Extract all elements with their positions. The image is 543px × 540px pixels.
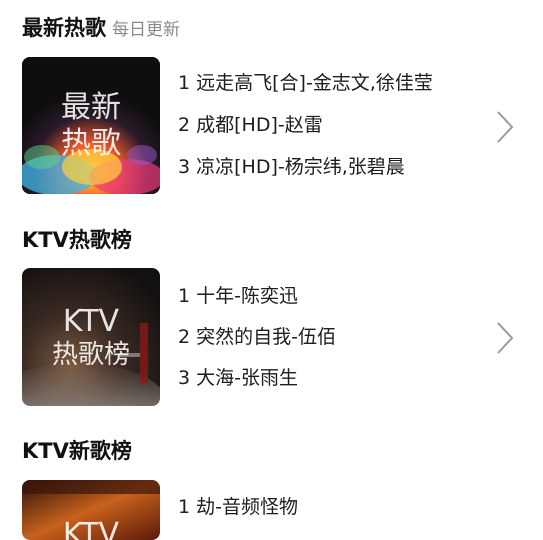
cover-title-line2: 热歌 (61, 126, 121, 161)
chevron-right-icon[interactable] (494, 109, 516, 145)
section-title-text: KTV热歌榜 (22, 228, 132, 252)
section-title-text: KTV新歌榜 (22, 439, 132, 463)
section-title: KTV新歌榜 (22, 437, 132, 465)
cover-title-line2: 热歌榜 (51, 340, 130, 370)
song-item[interactable]: 1 远走高飞[合]-金志文,徐佳莹 (178, 70, 433, 96)
playlist-cover-ktv-new[interactable]: KTV (22, 480, 160, 540)
chevron-right-icon[interactable] (494, 320, 516, 356)
song-item[interactable]: 2 成都[HD]-赵雷 (178, 112, 323, 138)
song-item[interactable]: 1 劫-音频怪物 (178, 494, 298, 520)
song-item[interactable]: 3 大海-张雨生 (178, 365, 298, 391)
cover-title-line1: 最新 (61, 90, 121, 125)
playlist-cover-ktv-hot[interactable]: KTV 热歌榜 (22, 268, 160, 406)
song-item[interactable]: 2 突然的自我-伍佰 (178, 324, 336, 350)
cover-title-line1: KTV (62, 517, 120, 540)
section-title-text: 最新热歌 (22, 16, 106, 40)
song-item[interactable]: 1 十年-陈奕迅 (178, 283, 298, 309)
song-item[interactable]: 3 凉凉[HD]-杨宗纬,张碧晨 (178, 154, 405, 180)
cover-title-line1: KTV (62, 304, 120, 339)
section-subtitle: 每日更新 (112, 20, 180, 40)
section-title: KTV热歌榜 (22, 226, 132, 254)
playlist-cover-latest-hits[interactable]: 最新 热歌 (22, 57, 160, 194)
section-title: 最新热歌 每日更新 (22, 14, 180, 44)
